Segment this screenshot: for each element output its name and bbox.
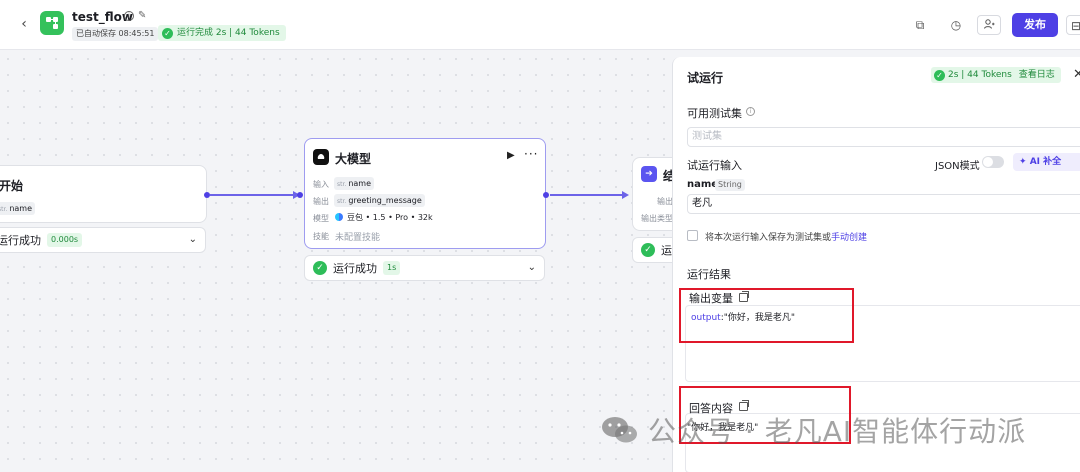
collaborators-icon[interactable]: [977, 15, 1001, 35]
start-node[interactable]: 开始 str.name: [0, 165, 207, 223]
end-output-type-label: 输出类型: [641, 214, 672, 223]
workflow-canvas[interactable]: 开始 str.name 运行成功 0.000s ⌄ 大模型 ▶ ··· 输入 s…: [0, 51, 672, 472]
panel-title: 试运行: [687, 71, 724, 85]
run-status-text: 运行完成 2s | 44 Tokens: [177, 28, 280, 38]
llm-input-port[interactable]: [297, 192, 303, 198]
llm-input-tag: str. name: [334, 177, 374, 190]
input-label: 输入: [313, 180, 329, 189]
skills-label: 技能: [313, 232, 329, 241]
back-arrow-icon[interactable]: ‹: [16, 16, 32, 32]
manual-create-link[interactable]: 手动创建: [831, 233, 867, 243]
check-circle-icon: ✓: [162, 27, 173, 39]
edge-start-llm: [210, 194, 296, 196]
check-circle-icon: ✓: [313, 261, 327, 275]
llm-model-icon: [313, 149, 329, 165]
edge-llm-end: [550, 194, 624, 196]
more-options-icon[interactable]: ···: [524, 147, 538, 161]
llm-status-bar[interactable]: ✓ 运行成功 1s ⌄: [304, 255, 545, 281]
save-testset-checkbox[interactable]: [687, 230, 698, 241]
publish-button[interactable]: 发布: [1012, 13, 1058, 37]
end-node-icon: ➔: [641, 166, 657, 182]
help-icon[interactable]: i: [746, 107, 755, 116]
json-mode-toggle[interactable]: [982, 156, 1004, 168]
check-circle-icon: ✓: [641, 243, 655, 257]
result-title: 运行结果: [687, 268, 731, 281]
close-icon[interactable]: ✕: [1073, 67, 1080, 82]
end-node[interactable]: ➔ 结 输出 输出类型: [632, 157, 672, 231]
json-mode-label: JSON模式: [935, 161, 980, 172]
doubao-logo-icon: [335, 213, 343, 221]
end-status-text: 运行: [661, 244, 672, 257]
panel-run-stats: 2s | 44 Tokens: [948, 70, 1012, 80]
llm-output-tag: str. greeting_message: [334, 194, 425, 207]
edit-icon[interactable]: ✎: [138, 10, 146, 21]
input-section-label: 试运行输入: [687, 159, 742, 172]
name-input[interactable]: 老凡: [687, 194, 1080, 214]
view-log-link[interactable]: 查看日志: [1019, 67, 1055, 83]
end-status-bar[interactable]: ✓ 运行: [632, 237, 672, 263]
chevron-down-icon[interactable]: ⌄: [528, 262, 536, 273]
llm-node[interactable]: 大模型 ▶ ··· 输入 str. name 输出 str. greeting_me…: [304, 138, 546, 249]
autosave-badge: 已自动保存 08:45:51: [72, 27, 159, 41]
edge-arrow-icon: [622, 191, 629, 199]
testsets-label: 可用测试集: [687, 107, 742, 120]
llm-output-port[interactable]: [543, 192, 549, 198]
check-circle-icon: ✓: [934, 69, 945, 81]
llm-node-title: 大模型: [335, 152, 372, 166]
llm-status-text: 运行成功: [333, 262, 377, 275]
ai-fill-label: AI 补全: [1029, 157, 1062, 167]
variable-name: name: [687, 179, 719, 190]
wechat-logo-icon: [600, 414, 640, 446]
model-label: 模型: [313, 214, 329, 223]
copy-icon[interactable]: ⧉: [908, 15, 932, 35]
start-duration-badge: 0.000s: [47, 233, 83, 247]
ai-fill-button[interactable]: ✦ AI 补全: [1013, 153, 1080, 171]
model-value: 豆包 • 1.5 • Pro • 32k: [347, 213, 433, 222]
save-testset-text: 将本次运行输入保存为测试集或手动创建: [705, 233, 868, 243]
top-header: ‹ test_flow i ✎ 已自动保存 08:45:51 ✓ 运行完成 2s…: [0, 0, 1080, 50]
watermark: 公众号 · 老凡AI智能体行动派: [600, 410, 1026, 450]
end-output-label: 输出: [657, 197, 672, 206]
more-actions-icon[interactable]: ⊟: [1066, 15, 1080, 35]
skills-value: 未配置技能: [335, 233, 381, 243]
start-output-tag: str.name: [0, 202, 35, 215]
run-status-badge: ✓ 运行完成 2s | 44 Tokens: [158, 25, 286, 41]
info-icon[interactable]: i: [124, 11, 134, 21]
start-status-text: 运行成功: [0, 234, 41, 247]
llm-duration-badge: 1s: [383, 261, 401, 275]
chevron-down-icon[interactable]: ⌄: [189, 234, 197, 245]
output-label: 输出: [313, 197, 329, 206]
history-icon[interactable]: ◷: [944, 15, 968, 35]
run-node-icon[interactable]: ▶: [507, 150, 515, 161]
variable-type-tag: String: [715, 179, 745, 191]
testset-select[interactable]: 测试集: [687, 127, 1080, 147]
workflow-logo-icon: [40, 11, 64, 35]
panel-run-badge[interactable]: ✓ 2s | 44 Tokens 查看日志: [931, 67, 1061, 83]
end-node-title: 结: [663, 169, 672, 183]
watermark-text: 公众号 · 老凡AI智能体行动派: [648, 415, 1027, 448]
start-node-title: 开始: [0, 179, 24, 193]
start-status-bar[interactable]: 运行成功 0.000s ⌄: [0, 227, 206, 253]
highlight-output-box: [679, 288, 854, 343]
sparkle-icon: ✦: [1019, 157, 1027, 167]
